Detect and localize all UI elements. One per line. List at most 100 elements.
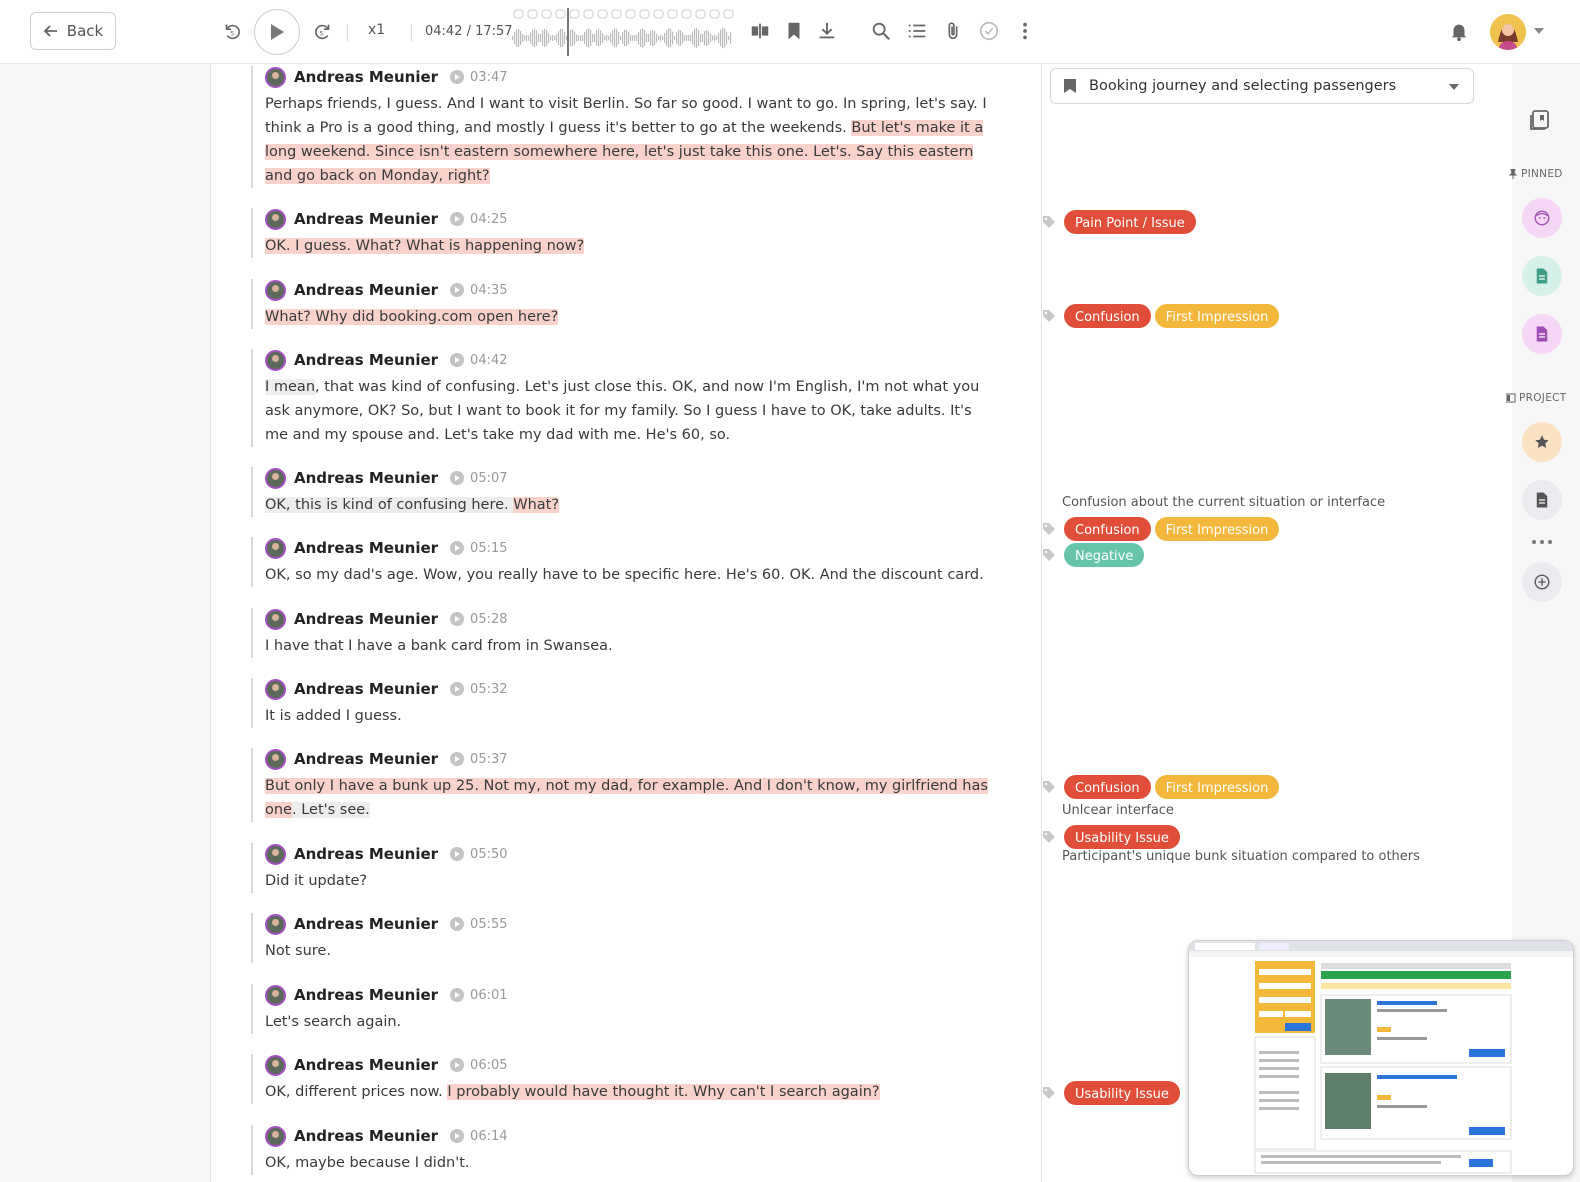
paperclip-icon[interactable]	[940, 18, 966, 44]
timestamp-button[interactable]: 06:05	[450, 1058, 508, 1073]
bookmark-icon[interactable]	[781, 18, 807, 44]
tag-pill[interactable]: First Impression	[1154, 304, 1280, 328]
project-icon	[1506, 393, 1516, 403]
transcript-entry: Andreas Meunier 05:15 OK, so my dad's age.…	[251, 537, 991, 587]
highlighted-text: OK. I guess. What? What is happening now…	[265, 238, 585, 254]
transcript-text[interactable]: Let's search again.	[265, 1010, 991, 1034]
entry-header: Andreas Meunier 05:50	[265, 843, 991, 865]
tag-icon	[1043, 781, 1055, 793]
tag-pill[interactable]: Confusion	[1064, 304, 1151, 328]
transcript-entry: Andreas Meunier 04:25 OK. I guess. What? W…	[251, 208, 991, 258]
divider	[347, 24, 348, 42]
tag-pill[interactable]: First Impression	[1154, 775, 1280, 799]
transcript-text[interactable]: OK, this is kind of confusing here. What…	[265, 493, 991, 517]
entry-header: Andreas Meunier 06:05	[265, 1054, 991, 1076]
svg-text:5: 5	[319, 30, 323, 38]
more-vertical-icon[interactable]	[1012, 18, 1038, 44]
clip-icon[interactable]	[747, 18, 773, 44]
transcript-text[interactable]: I have that I have a bank card from in S…	[265, 634, 991, 658]
screen-recording-thumbnail[interactable]	[1188, 940, 1574, 1176]
timestamp-button[interactable]: 06:01	[450, 988, 508, 1003]
tag-icon	[1043, 1087, 1055, 1099]
document-pin-button[interactable]	[1522, 256, 1562, 296]
timestamp-button[interactable]: 05:37	[450, 752, 508, 767]
play-button[interactable]	[254, 9, 300, 55]
transcript-text[interactable]: OK, so my dad's age. Wow, you really hav…	[265, 563, 991, 587]
check-circle-icon[interactable]	[976, 18, 1002, 44]
entry-header: Andreas Meunier 05:15	[265, 537, 991, 559]
highlighted-text: I probably would have thought it. Why ca…	[447, 1084, 880, 1100]
transcript-text[interactable]: I mean, that was kind of confusing. Let'…	[265, 375, 991, 447]
search-icon[interactable]	[868, 18, 894, 44]
tag-pill[interactable]: Confusion	[1064, 775, 1151, 799]
timestamp-button[interactable]: 03:47	[450, 70, 508, 85]
text-segment: Let's search again.	[265, 1014, 402, 1030]
speaker-name: Andreas Meunier	[294, 845, 439, 863]
library-icon[interactable]	[1528, 108, 1552, 136]
timestamp-button[interactable]: 06:14	[450, 1129, 508, 1144]
speaker-name: Andreas Meunier	[294, 469, 439, 487]
tag-pill[interactable]: Confusion	[1064, 517, 1151, 541]
speaker-name: Andreas Meunier	[294, 1056, 439, 1074]
project-document-button[interactable]	[1522, 480, 1562, 520]
timestamp-button[interactable]: 05:07	[450, 471, 508, 486]
tag-pill[interactable]: Usability Issue	[1064, 825, 1180, 849]
timestamp-button[interactable]: 04:35	[450, 282, 508, 298]
rewind-5-icon[interactable]: 5	[219, 18, 245, 44]
timestamp-button[interactable]: 05:55	[450, 917, 508, 932]
download-icon[interactable]	[814, 18, 840, 44]
tag-pill[interactable]: First Impression	[1154, 517, 1280, 541]
section-dropdown[interactable]: Booking journey and selecting passengers	[1050, 68, 1474, 104]
persona-pin-button[interactable]	[1522, 198, 1562, 238]
playback-speed[interactable]: x1	[368, 22, 385, 38]
transcript-text[interactable]: OK. I guess. What? What is happening now…	[265, 234, 991, 258]
speaker-name: Andreas Meunier	[294, 1127, 439, 1145]
account-menu-caret[interactable]	[1534, 28, 1544, 34]
bell-icon[interactable]	[1446, 18, 1472, 44]
tag-icon	[1043, 549, 1055, 561]
transcript-text[interactable]: OK, different prices now. I probably wou…	[265, 1080, 991, 1104]
timestamp-label: 05:32	[470, 681, 508, 697]
transcript-text[interactable]: Perhaps friends, I guess. And I want to …	[265, 92, 991, 188]
text-segment: I have that I have a bank card from in S…	[265, 638, 613, 654]
add-button[interactable]	[1522, 562, 1562, 602]
timestamp-button[interactable]: 05:28	[450, 612, 508, 627]
timestamp-button[interactable]: 04:42	[450, 353, 508, 368]
tag-pill[interactable]: Usability Issue	[1064, 1081, 1180, 1105]
transcript-text[interactable]: But only I have a bunk up 25. Not my, no…	[265, 774, 991, 822]
user-avatar[interactable]	[1490, 14, 1526, 50]
transcript-entry: Andreas Meunier 04:35 What? Why did bookin…	[251, 279, 991, 329]
arrow-left-icon	[43, 25, 57, 37]
speaker-avatar	[265, 608, 286, 630]
list-icon[interactable]	[904, 18, 930, 44]
timestamp-button[interactable]: 05:50	[450, 847, 508, 862]
transcript-text[interactable]: It is added I guess.	[265, 704, 991, 728]
top-toolbar: Back 5 5 x1 04:42 / 17:57	[0, 0, 1580, 64]
star-button[interactable]	[1522, 422, 1562, 462]
timestamp-button[interactable]: 05:32	[450, 681, 508, 697]
tag-row: Negative	[1042, 543, 1145, 567]
tag-pill[interactable]: Pain Point / Issue	[1064, 210, 1196, 234]
document-icon	[1536, 326, 1548, 342]
transcript-text[interactable]: OK, maybe because I didn't.	[265, 1151, 991, 1175]
transcript-text[interactable]: Did it update?	[265, 869, 991, 893]
tag-row: Usability Issue	[1042, 825, 1180, 849]
document-pin-button-2[interactable]	[1522, 314, 1562, 354]
speaker-name: Andreas Meunier	[294, 610, 439, 628]
forward-5-icon[interactable]: 5	[310, 18, 336, 44]
transcript-text[interactable]: What? Why did booking.com open here?	[265, 305, 991, 329]
entry-header: Andreas Meunier 04:42	[265, 349, 991, 371]
transcript-text[interactable]: Not sure.	[265, 939, 991, 963]
waveform-scrubber[interactable]	[510, 8, 736, 56]
tag-pill[interactable]: Negative	[1064, 543, 1145, 567]
text-segment: Did it update?	[265, 873, 368, 889]
timestamp-label: 05:15	[470, 540, 508, 556]
tag-row: Confusion First Impression	[1042, 775, 1280, 799]
timestamp-label: 04:35	[470, 282, 508, 298]
back-button[interactable]: Back	[30, 12, 116, 50]
speaker-avatar	[265, 66, 286, 88]
speaker-name: Andreas Meunier	[294, 68, 439, 86]
timestamp-button[interactable]: 04:25	[450, 212, 508, 227]
more-horizontal-icon[interactable]	[1530, 532, 1554, 551]
timestamp-button[interactable]: 05:15	[450, 540, 508, 556]
